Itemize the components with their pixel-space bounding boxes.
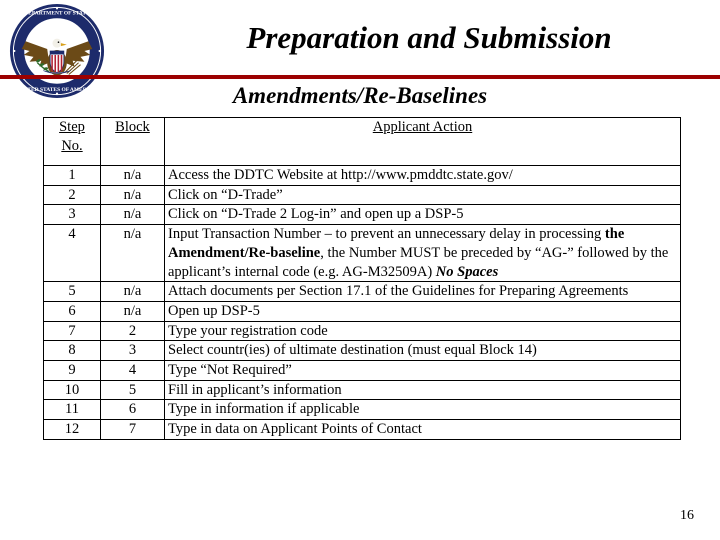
action-text-bolditalic: No Spaces <box>435 263 499 280</box>
cell-applicant-action: Attach documents per Section 17.1 of the… <box>164 281 681 302</box>
cell-applicant-action: Type your registration code <box>164 320 681 342</box>
table-row: 8 3 Select countr(ies) of ultimate desti… <box>43 340 681 362</box>
cell-block: 7 <box>100 419 165 440</box>
cell-block: 2 <box>100 320 165 342</box>
cell-step-no: 6 <box>43 300 101 322</box>
cell-step-no: 11 <box>43 399 101 421</box>
cell-block: n/a <box>100 184 165 206</box>
table-row: 11 6 Type in information if applicable <box>43 399 681 421</box>
cell-applicant-action: Click on “D-Trade” <box>164 184 681 206</box>
svg-text:DEPARTMENT OF STATE: DEPARTMENT OF STATE <box>24 11 90 17</box>
table-row: 2 n/a Click on “D-Trade” <box>43 184 681 206</box>
cell-step-no: 9 <box>43 360 101 381</box>
cell-step-no: 5 <box>43 281 101 302</box>
cell-block: n/a <box>100 204 165 226</box>
column-header-block: Block <box>100 117 165 166</box>
page-number: 16 <box>680 508 694 523</box>
table-row: 12 7 Type in data on Applicant Points of… <box>43 419 681 440</box>
table-header-row: Step No. Block Applicant Action <box>43 117 681 166</box>
column-header-step-line2: No. <box>61 137 83 154</box>
cell-step-no: 3 <box>43 204 101 226</box>
column-header-applicant-action: Applicant Action <box>164 117 681 166</box>
table-row: 6 n/a Open up DSP-5 <box>43 300 681 322</box>
cell-step-no: 8 <box>43 340 101 362</box>
cell-applicant-action: Open up DSP-5 <box>164 300 681 322</box>
table-body: 1 n/a Access the DDTC Website at http://… <box>43 165 681 440</box>
cell-block: 3 <box>100 340 165 362</box>
table-row: 3 n/a Click on “D-Trade 2 Log-in” and op… <box>43 204 681 226</box>
table-row: 4 n/a Input Transaction Number – to prev… <box>43 224 681 283</box>
table-row: 5 n/a Attach documents per Section 17.1 … <box>43 281 681 302</box>
slide-header: DEPARTMENT OF STATE UNITED STATES OF AME… <box>0 0 720 118</box>
table-row: 1 n/a Access the DDTC Website at http://… <box>43 165 681 186</box>
applicant-action-steps-table: Step No. Block Applicant Action 1 n/a Ac… <box>43 117 681 440</box>
cell-applicant-action: Input Transaction Number – to prevent an… <box>164 224 681 283</box>
cell-step-no: 2 <box>43 184 101 206</box>
table-row: 10 5 Fill in applicant’s information <box>43 379 681 401</box>
cell-block: n/a <box>100 281 165 302</box>
action-text-part1: Input Transaction Number – to prevent an… <box>168 226 605 243</box>
cell-applicant-action: Click on “D-Trade 2 Log-in” and open up … <box>164 204 681 226</box>
cell-applicant-action: Select countr(ies) of ultimate destinati… <box>164 340 681 362</box>
table-row: 9 4 Type “Not Required” <box>43 360 681 381</box>
cell-applicant-action: Type in information if applicable <box>164 399 681 421</box>
cell-step-no: 1 <box>43 165 101 186</box>
page-title: Preparation and Submission <box>246 20 612 55</box>
cell-step-no: 4 <box>43 224 101 283</box>
cell-applicant-action: Fill in applicant’s information <box>164 379 681 401</box>
cell-applicant-action: Access the DDTC Website at http://www.pm… <box>164 165 681 186</box>
cell-step-no: 12 <box>43 419 101 440</box>
column-header-step-no: Step No. <box>43 117 101 166</box>
page-subtitle: Amendments/Re-Baselines <box>232 83 488 108</box>
cell-block: 5 <box>100 379 165 401</box>
cell-block: n/a <box>100 300 165 322</box>
cell-applicant-action: Type in data on Applicant Points of Cont… <box>164 419 681 440</box>
cell-step-no: 7 <box>43 320 101 342</box>
cell-block: n/a <box>100 165 165 186</box>
cell-block: n/a <box>100 224 165 283</box>
column-header-step-line1: Step <box>59 119 85 135</box>
cell-block: 4 <box>100 360 165 381</box>
cell-applicant-action: Type “Not Required” <box>164 360 681 381</box>
table-row: 7 2 Type your registration code <box>43 320 681 342</box>
cell-block: 6 <box>100 399 165 421</box>
cell-step-no: 10 <box>43 379 101 401</box>
header-divider-rule <box>0 75 720 79</box>
